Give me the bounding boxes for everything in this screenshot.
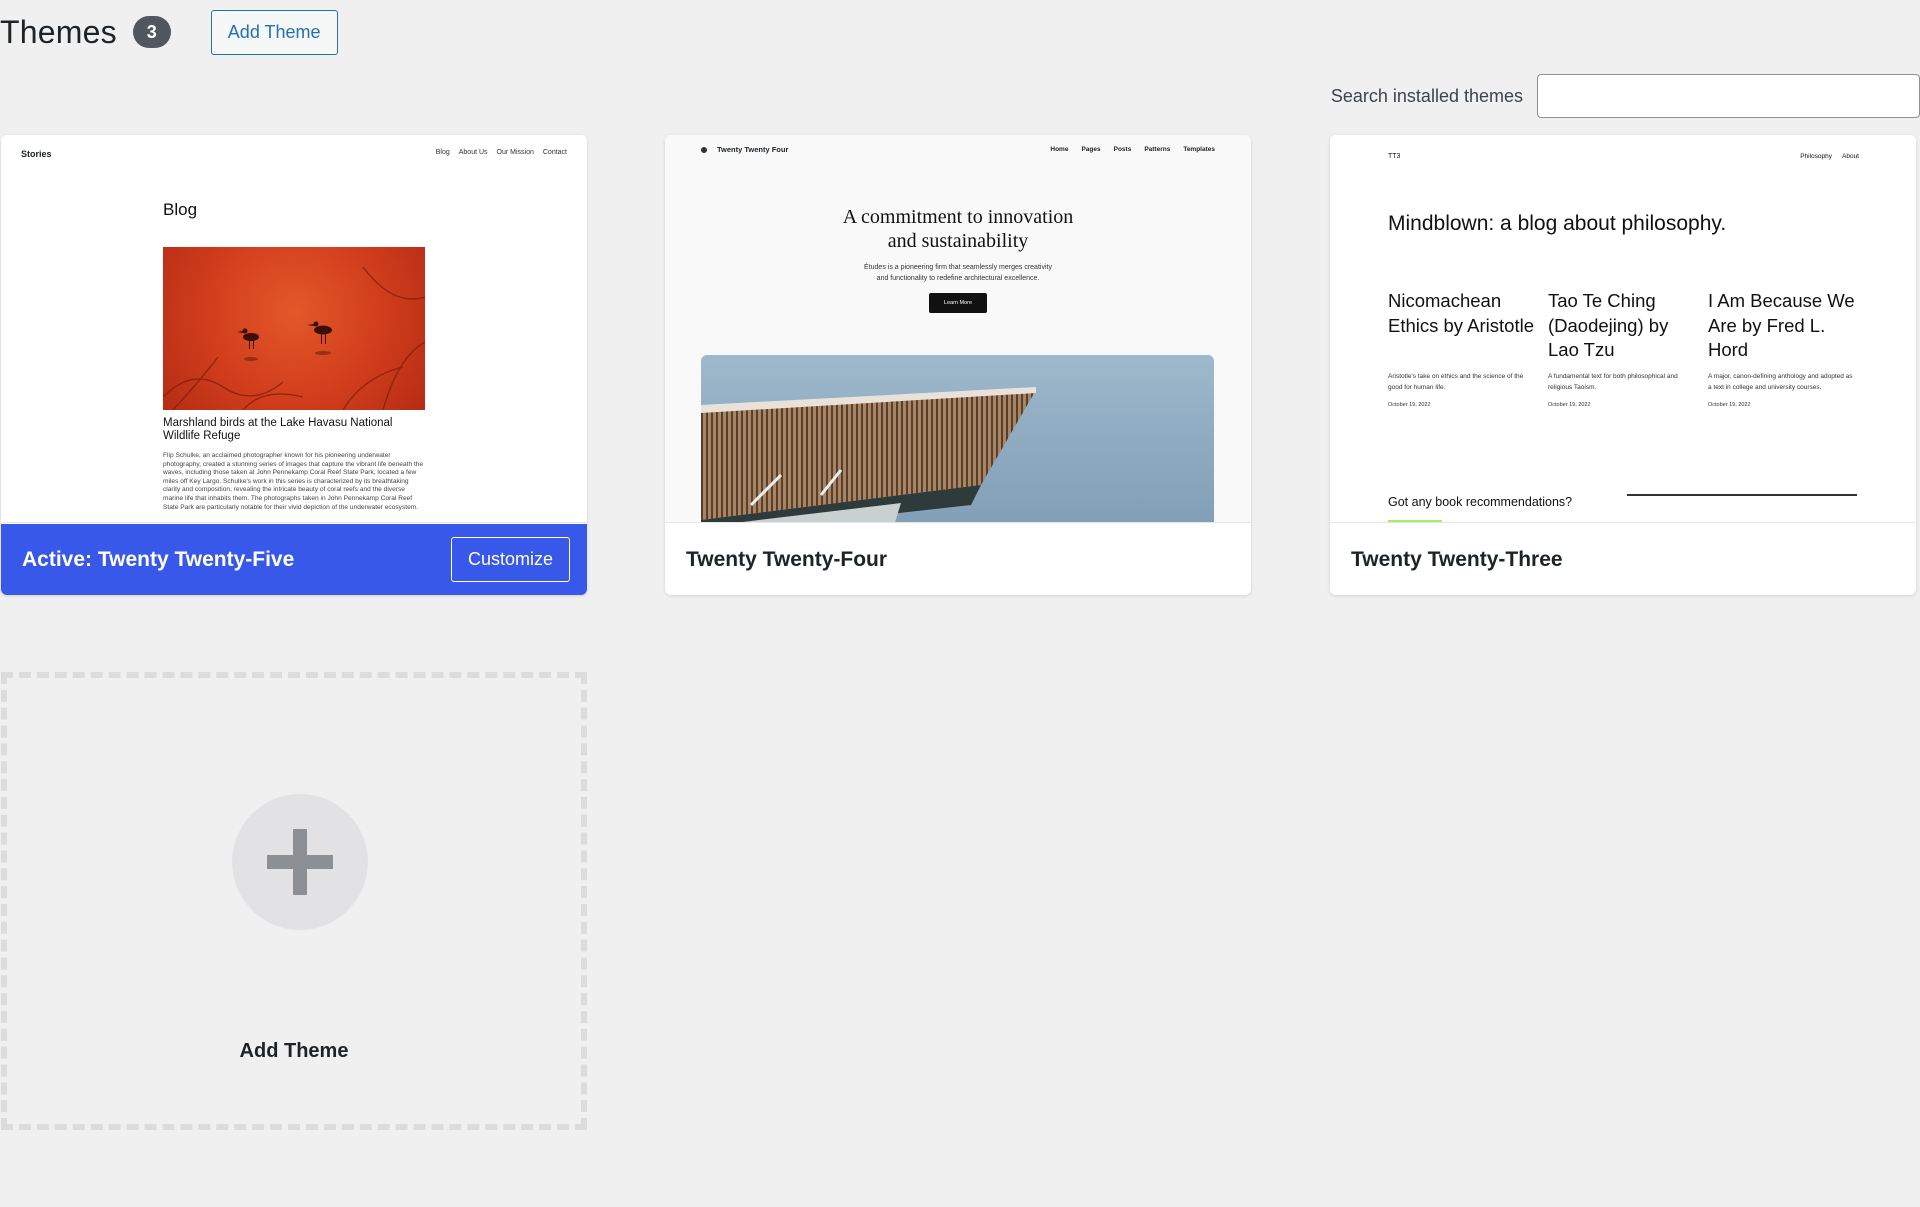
preview-post-title: Tao Te Ching (Daodejing) by Lao Tzu [1548, 290, 1669, 360]
theme-card-twenty-twenty-five[interactable]: Stories Blog About Us Our Mission Contac… [1, 135, 587, 595]
theme-screenshot[interactable]: TT3 Philosophy About Mindblown: a blog a… [1330, 135, 1916, 523]
preview-post-excerpt: A major, canon-defining anthology and ad… [1708, 373, 1853, 391]
plus-icon [232, 794, 368, 930]
preview-headline-line: A commitment to innovation [842, 206, 1074, 228]
preview-post-title: I Am Because We Are by Fred L. Hord [1708, 290, 1855, 360]
preview-site-title: Stories [21, 149, 52, 159]
preview-post-date: October 19, 2022 [1388, 402, 1431, 408]
preview-post: Tao Te Ching (Daodejing) by Lao Tzu A fu… [1548, 289, 1696, 408]
search-label: Search installed themes [1330, 85, 1523, 106]
preview-nav-item: About Us [458, 149, 488, 156]
preview-nav: Blog About Us Our Mission Contact [436, 149, 567, 156]
preview-nav-item: Patterns [1144, 146, 1171, 153]
preview-nav: Home Pages Posts Patterns Templates [1050, 146, 1215, 153]
preview-subtitle: Études is a pioneering firm that seamles… [665, 262, 1251, 284]
active-prefix: Active: [22, 547, 93, 571]
search-installed-themes-input[interactable] [1537, 74, 1920, 118]
preview-site-title-text: Twenty Twenty Four [717, 145, 789, 154]
preview-headline: Mindblown: a blog about philosophy. [1388, 212, 1727, 235]
add-new-theme-label: Add Theme [239, 1040, 349, 1062]
customize-button[interactable]: Customize [450, 537, 570, 582]
preview-accent-bar [1388, 520, 1442, 522]
theme-card-twenty-twenty-four[interactable]: Twenty Twenty Four Home Pages Posts Patt… [665, 135, 1251, 595]
logo-icon [701, 146, 707, 153]
preview-nav-item: Philosophy [1800, 153, 1832, 160]
preview-nav-item: Blog [435, 149, 450, 156]
preview-question: Got any book recommendations? [1388, 495, 1573, 509]
preview-post-date: October 19, 2022 [1548, 402, 1591, 408]
active-theme-name: Active: Twenty Twenty-Five [22, 548, 294, 572]
preview-post-excerpt: Aristotle's take on ethics and the scien… [1388, 373, 1524, 391]
page-header: Themes 3 Add Theme [0, 9, 338, 55]
preview-headline-line: and sustainability [887, 230, 1029, 252]
preview-hero-image [163, 247, 425, 410]
theme-footer: Twenty Twenty-Four [665, 524, 1251, 595]
theme-screenshot[interactable]: Stories Blog About Us Our Mission Contac… [1, 135, 587, 523]
search-area: Search installed themes [1331, 74, 1920, 118]
preview-nav-item: Pages [1081, 146, 1101, 153]
active-theme-footer: Active: Twenty Twenty-Five Customize [1, 524, 587, 595]
preview-nav: Philosophy About [1800, 153, 1859, 160]
add-theme-button[interactable]: Add Theme [210, 9, 338, 55]
preview-nav-item: Templates [1183, 146, 1215, 153]
add-new-theme-tile[interactable]: Add Theme [1, 672, 587, 1130]
preview-subtitle-line: Études is a pioneering firm that seamles… [864, 264, 1052, 271]
theme-screenshot[interactable]: Twenty Twenty Four Home Pages Posts Patt… [665, 135, 1251, 523]
preview-post-title: Nicomachean Ethics by Aristotle [1388, 290, 1535, 336]
preview-divider [1627, 494, 1857, 496]
preview-post-title: Marshland birds at the Lake Havasu Natio… [163, 417, 393, 442]
theme-name: Twenty Twenty-Three [1351, 547, 1563, 571]
preview-post: I Am Because We Are by Fred L. Hord A ma… [1708, 289, 1856, 408]
preview-nav-item: About [1842, 153, 1859, 160]
preview-post-date: October 19, 2022 [1708, 402, 1751, 408]
birds-illustration [163, 266, 425, 410]
page-title: Themes [0, 13, 117, 50]
preview-subtitle-line: and functionality to redefine architectu… [876, 275, 1040, 282]
preview-nav-item: Contact [542, 149, 567, 156]
preview-post-excerpt: A fundamental text for both philosophica… [1548, 373, 1678, 391]
preview-post-list: Nicomachean Ethics by Aristotle Aristotl… [1388, 289, 1858, 408]
preview-nav-item: Our Mission [496, 149, 534, 156]
preview-site-title: TT3 [1388, 153, 1401, 160]
preview-architecture-photo [701, 355, 1214, 522]
preview-learn-more-button: Learn More [929, 293, 987, 313]
preview-nav-item: Home [1050, 146, 1069, 153]
theme-name: Twenty Twenty-Five [97, 547, 295, 571]
preview-heading: Blog [163, 200, 198, 219]
preview-post-body: Flip Schulke, an acclaimed photographer … [163, 452, 424, 511]
preview-post: Nicomachean Ethics by Aristotle Aristotl… [1388, 289, 1536, 408]
building-illustration [701, 387, 1036, 522]
theme-name: Twenty Twenty-Four [686, 547, 888, 571]
theme-footer: Twenty Twenty-Three [1330, 524, 1916, 595]
theme-card-twenty-twenty-three[interactable]: TT3 Philosophy About Mindblown: a blog a… [1330, 135, 1916, 595]
preview-headline: A commitment to innovation and sustainab… [665, 205, 1251, 253]
theme-count-badge: 3 [132, 16, 171, 48]
preview-site-title: Twenty Twenty Four [701, 145, 788, 154]
preview-nav-item: Posts [1113, 146, 1132, 153]
